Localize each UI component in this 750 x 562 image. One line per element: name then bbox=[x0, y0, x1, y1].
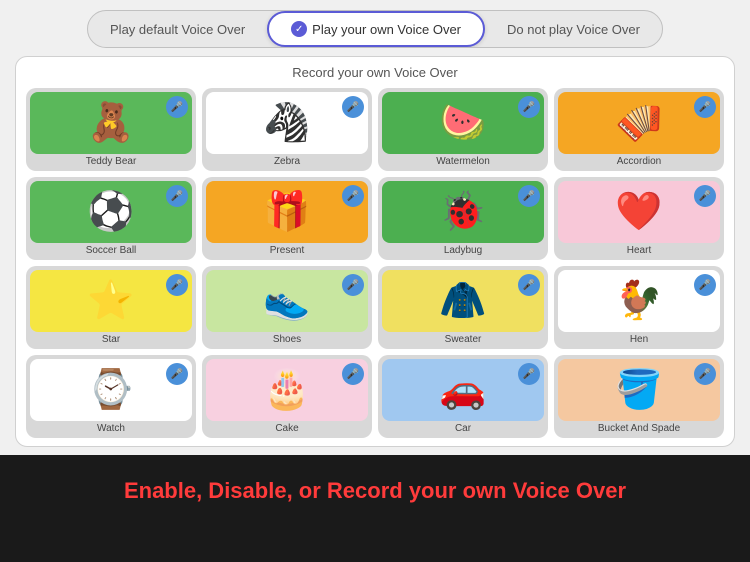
item-card-10: 👟🎤 Shoes bbox=[202, 266, 372, 349]
mic-button-2[interactable]: 🎤 bbox=[342, 96, 364, 118]
card-image-area-3: 🍉🎤 bbox=[382, 92, 544, 154]
card-image-area-8: ❤️🎤 bbox=[558, 181, 720, 243]
item-card-4: 🪗🎤 Accordion bbox=[554, 88, 724, 171]
item-card-11: 🧥🎤 Sweater bbox=[378, 266, 548, 349]
mic-button-6[interactable]: 🎤 bbox=[342, 185, 364, 207]
tab-own[interactable]: ✓ Play your own Voice Over bbox=[267, 11, 485, 47]
mic-button-14[interactable]: 🎤 bbox=[342, 363, 364, 385]
mic-button-11[interactable]: 🎤 bbox=[518, 274, 540, 296]
mic-button-15[interactable]: 🎤 bbox=[518, 363, 540, 385]
mic-button-13[interactable]: 🎤 bbox=[166, 363, 188, 385]
item-card-1: 🧸🎤 Teddy Bear bbox=[26, 88, 196, 171]
mic-button-10[interactable]: 🎤 bbox=[342, 274, 364, 296]
card-label-6: Present bbox=[270, 245, 304, 256]
mic-button-12[interactable]: 🎤 bbox=[694, 274, 716, 296]
card-image-area-7: 🐞🎤 bbox=[382, 181, 544, 243]
item-card-2: 🦓🎤 Zebra bbox=[202, 88, 372, 171]
item-card-3: 🍉🎤 Watermelon bbox=[378, 88, 548, 171]
item-card-8: ❤️🎤 Heart bbox=[554, 177, 724, 260]
mic-button-7[interactable]: 🎤 bbox=[518, 185, 540, 207]
mic-button-16[interactable]: 🎤 bbox=[694, 363, 716, 385]
card-image-area-11: 🧥🎤 bbox=[382, 270, 544, 332]
mic-button-3[interactable]: 🎤 bbox=[518, 96, 540, 118]
card-image-area-12: 🐓🎤 bbox=[558, 270, 720, 332]
item-card-16: 🪣🎤 Bucket And Spade bbox=[554, 355, 724, 438]
card-image-area-16: 🪣🎤 bbox=[558, 359, 720, 421]
main-content: Record your own Voice Over 🧸🎤 Teddy Bear 🦓… bbox=[0, 56, 750, 455]
item-card-13: ⌚🎤 Watch bbox=[26, 355, 196, 438]
record-container: Record your own Voice Over 🧸🎤 Teddy Bear 🦓… bbox=[15, 56, 735, 447]
card-image-area-15: 🚗🎤 bbox=[382, 359, 544, 421]
card-label-2: Zebra bbox=[274, 156, 300, 167]
record-title: Record your own Voice Over bbox=[26, 65, 724, 80]
item-card-7: 🐞🎤 Ladybug bbox=[378, 177, 548, 260]
card-image-area-14: 🎂🎤 bbox=[206, 359, 368, 421]
card-image-area-5: ⚽🎤 bbox=[30, 181, 192, 243]
item-card-14: 🎂🎤 Cake bbox=[202, 355, 372, 438]
tab-none-label: Do not play Voice Over bbox=[507, 22, 640, 37]
mic-button-1[interactable]: 🎤 bbox=[166, 96, 188, 118]
card-label-15: Car bbox=[455, 423, 471, 434]
card-image-area-9: ⭐🎤 bbox=[30, 270, 192, 332]
item-card-9: ⭐🎤 Star bbox=[26, 266, 196, 349]
card-image-area-10: 👟🎤 bbox=[206, 270, 368, 332]
tab-own-label: Play your own Voice Over bbox=[312, 22, 461, 37]
item-card-12: 🐓🎤 Hen bbox=[554, 266, 724, 349]
card-label-8: Heart bbox=[627, 245, 651, 256]
item-card-5: ⚽🎤 Soccer Ball bbox=[26, 177, 196, 260]
card-image-area-1: 🧸🎤 bbox=[30, 92, 192, 154]
items-grid: 🧸🎤 Teddy Bear 🦓🎤 Zebra 🍉🎤 Watermelon 🪗🎤 Accordi… bbox=[26, 88, 724, 438]
tab-default-label: Play default Voice Over bbox=[110, 22, 245, 37]
card-label-12: Hen bbox=[630, 334, 648, 345]
mic-button-9[interactable]: 🎤 bbox=[166, 274, 188, 296]
card-label-9: Star bbox=[102, 334, 120, 345]
card-image-area-13: ⌚🎤 bbox=[30, 359, 192, 421]
mic-button-5[interactable]: 🎤 bbox=[166, 185, 188, 207]
check-icon: ✓ bbox=[291, 21, 307, 37]
card-label-3: Watermelon bbox=[436, 156, 490, 167]
card-label-10: Shoes bbox=[273, 334, 301, 345]
mic-button-8[interactable]: 🎤 bbox=[694, 185, 716, 207]
card-label-1: Teddy Bear bbox=[86, 156, 137, 167]
top-section: Play default Voice Over ✓ Play your own … bbox=[0, 0, 750, 56]
card-label-7: Ladybug bbox=[444, 245, 482, 256]
card-label-16: Bucket And Spade bbox=[598, 423, 680, 434]
item-card-6: 🎁🎤 Present bbox=[202, 177, 372, 260]
card-label-11: Sweater bbox=[445, 334, 482, 345]
card-label-13: Watch bbox=[97, 423, 125, 434]
bottom-text: Enable, Disable, or Record your own Voic… bbox=[124, 478, 626, 504]
item-card-15: 🚗🎤 Car bbox=[378, 355, 548, 438]
mic-button-4[interactable]: 🎤 bbox=[694, 96, 716, 118]
bottom-bar: Enable, Disable, or Record your own Voic… bbox=[0, 455, 750, 527]
card-label-4: Accordion bbox=[617, 156, 661, 167]
card-image-area-2: 🦓🎤 bbox=[206, 92, 368, 154]
card-image-area-6: 🎁🎤 bbox=[206, 181, 368, 243]
tab-none[interactable]: Do not play Voice Over bbox=[485, 14, 662, 45]
card-image-area-4: 🪗🎤 bbox=[558, 92, 720, 154]
tab-default[interactable]: Play default Voice Over bbox=[88, 14, 267, 45]
card-label-5: Soccer Ball bbox=[86, 245, 137, 256]
card-label-14: Cake bbox=[275, 423, 298, 434]
tab-bar: Play default Voice Over ✓ Play your own … bbox=[87, 10, 663, 48]
